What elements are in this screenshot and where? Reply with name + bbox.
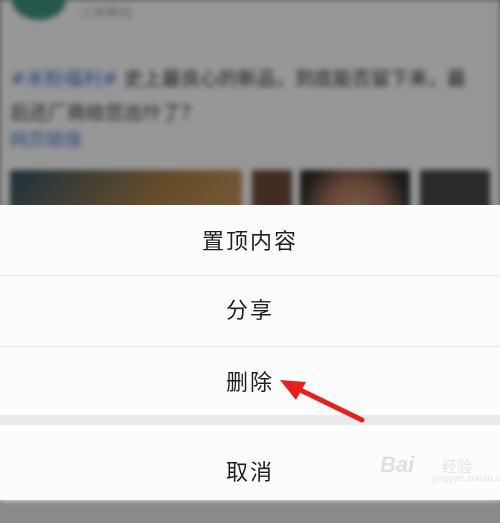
cancel-label: 取消 bbox=[225, 461, 274, 486]
watermark-url: jingyan.baidu.com bbox=[432, 474, 500, 484]
delete-button[interactable]: 删除 bbox=[0, 347, 500, 417]
red-arrow-icon bbox=[280, 380, 365, 423]
pin-content-button[interactable]: 置顶内容 bbox=[0, 205, 500, 275]
section-gap bbox=[0, 415, 500, 425]
watermark-logo: Bai bbox=[380, 452, 415, 477]
share-label: 分享 bbox=[225, 299, 274, 324]
baidu-watermark: Bai 经验 jingyan.baidu.com bbox=[380, 448, 500, 488]
pin-content-label: 置顶内容 bbox=[201, 230, 298, 255]
share-button[interactable]: 分享 bbox=[0, 276, 500, 346]
delete-label: 删除 bbox=[225, 371, 274, 396]
